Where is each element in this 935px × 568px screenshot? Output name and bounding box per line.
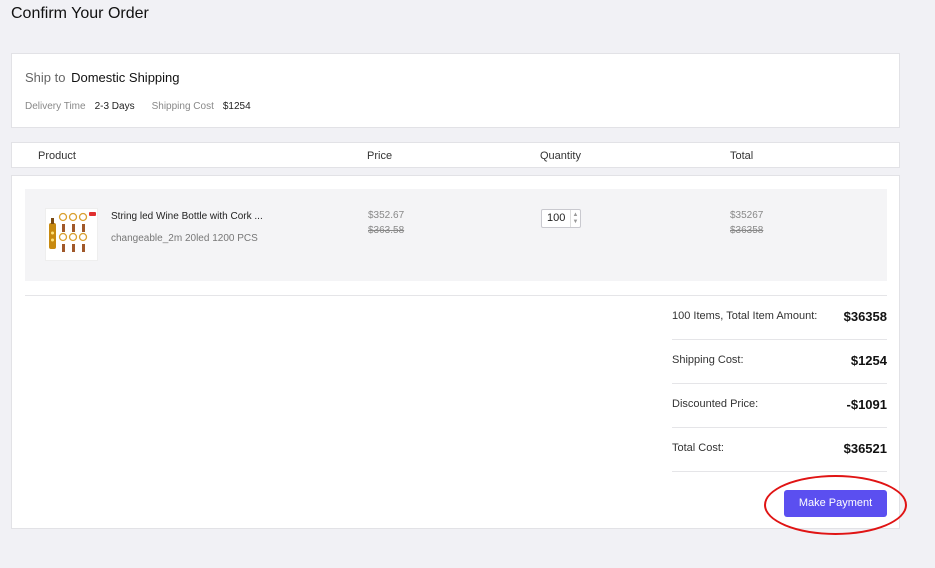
shipping-panel: Ship to Domestic Shipping Delivery Time 2… (11, 53, 900, 128)
table-header: Product Price Quantity Total (11, 142, 900, 168)
summary-row-shipping: Shipping Cost: $1254 (672, 340, 887, 384)
increment-icon[interactable]: ▲ (573, 212, 579, 219)
shipping-cost-label: Shipping Cost (151, 101, 214, 112)
make-payment-button[interactable]: Make Payment (784, 490, 887, 517)
summary-label: Total Cost: (672, 442, 724, 454)
summary-row-total: Total Cost: $36521 (672, 428, 887, 472)
product-variant: changeable_2m 20led 1200 PCS (111, 233, 258, 244)
summary-label: Discounted Price: (672, 398, 759, 410)
line-total-original: $36358 (730, 225, 764, 236)
shipping-method[interactable]: Domestic Shipping (71, 70, 179, 85)
ship-to-label: Ship to (25, 70, 66, 85)
summary-row-discount: Discounted Price: -$1091 (672, 384, 887, 428)
column-header-quantity: Quantity (540, 150, 581, 162)
summary-value: $36358 (843, 309, 887, 324)
column-header-total: Total (730, 150, 754, 162)
delivery-time-label: Delivery Time (25, 101, 86, 112)
summary-row-item-amount: 100 Items, Total Item Amount: $36358 (672, 296, 887, 340)
page-title: Confirm Your Order (11, 5, 149, 22)
quantity-stepper[interactable]: 100 ▲ ▼ (541, 209, 581, 228)
summary-label: 100 Items, Total Item Amount: (672, 310, 818, 322)
decrement-icon[interactable]: ▼ (573, 219, 579, 226)
unit-price-original: $363.58 (368, 225, 405, 236)
shipping-meta: Delivery Time 2-3 Days Shipping Cost $1254 (25, 101, 251, 112)
summary-value: -$1091 (846, 397, 887, 412)
line-total: $35267 (730, 210, 764, 221)
product-name[interactable]: String led Wine Bottle with Cork ... (111, 211, 263, 222)
summary-value: $1254 (850, 353, 887, 368)
product-thumbnail-icon[interactable] (45, 208, 98, 261)
quantity-value[interactable]: 100 (547, 212, 565, 224)
column-header-price: Price (367, 150, 393, 162)
delivery-time-value: 2-3 Days (94, 101, 135, 112)
unit-price: $352.67 (368, 210, 405, 221)
summary-value: $36521 (843, 441, 887, 456)
summary-label: Shipping Cost: (672, 354, 744, 366)
order-item-row: String led Wine Bottle with Cork ... cha… (25, 189, 887, 281)
column-header-product: Product (38, 150, 76, 162)
quantity-spin-buttons[interactable]: ▲ ▼ (570, 210, 580, 227)
shipping-cost-value: $1254 (222, 101, 251, 112)
order-items-panel: String led Wine Bottle with Cork ... cha… (11, 175, 900, 529)
ship-to-heading: Ship to Domestic Shipping (25, 70, 180, 85)
